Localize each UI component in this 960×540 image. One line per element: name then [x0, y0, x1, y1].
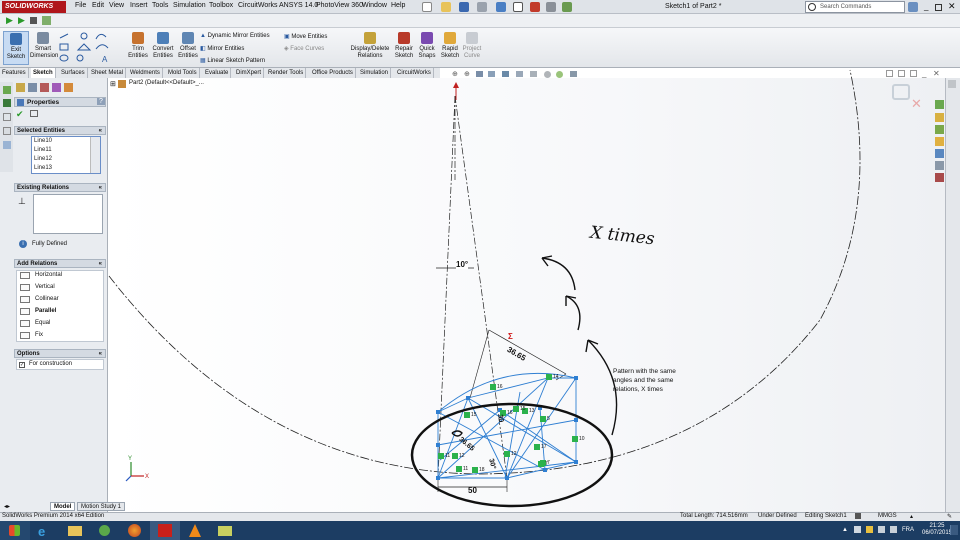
svg-text:Y: Y: [128, 456, 132, 462]
annotation-text: Pattern with the same angles and the sam…: [613, 368, 676, 393]
taskbar-app-3[interactable]: [90, 521, 120, 540]
tab-model[interactable]: Model: [50, 502, 76, 511]
clock-date: 06/07/2015: [922, 530, 953, 536]
status-editing: Editing Sketch1: [805, 513, 847, 519]
angle-dimension-10[interactable]: 10°: [456, 260, 469, 269]
status-help-icon[interactable]: ✎: [947, 513, 952, 520]
appearances-icon[interactable]: [935, 149, 944, 158]
relation-mark[interactable]: 12: [452, 453, 465, 459]
relation-mark-icon: [538, 461, 544, 467]
task-pane: [945, 78, 960, 512]
relation-mark-icon: [456, 466, 462, 472]
taskbar-app-8[interactable]: [210, 521, 240, 540]
relation-mark-icon: [572, 436, 578, 442]
taskbar-vlc[interactable]: [180, 521, 210, 540]
relation-mark-icon: [534, 444, 540, 450]
tray-app-icon[interactable]: [854, 526, 861, 533]
relation-mark[interactable]: 16: [490, 384, 503, 390]
relation-mark[interactable]: 17: [534, 444, 547, 450]
relation-mark-icon: [464, 412, 470, 418]
sketch-canvas: Y X: [108, 69, 861, 508]
internet-explorer-icon: e: [38, 524, 46, 539]
relation-mark-icon: [540, 416, 546, 422]
task-pane-toggle-icon[interactable]: [948, 80, 956, 88]
taskbar-explorer[interactable]: [60, 521, 90, 540]
document-app-icon: [218, 526, 232, 536]
design-library-icon[interactable]: [935, 113, 944, 122]
view-palette-icon[interactable]: [935, 137, 944, 146]
origin-arrow: [453, 82, 459, 88]
relation-mark[interactable]: 15: [464, 412, 477, 418]
volume-icon[interactable]: [890, 526, 897, 533]
start-button[interactable]: [0, 521, 30, 540]
firefox-icon: [128, 524, 141, 537]
windows-logo-icon: [9, 525, 20, 536]
relation-mark[interactable]: 12: [504, 451, 517, 457]
rebuild-status-icon[interactable]: [855, 513, 861, 519]
arrow-1: [541, 257, 576, 291]
network-icon[interactable]: [878, 526, 885, 533]
units-dropdown-icon[interactable]: ▴: [910, 513, 913, 520]
resources-icon[interactable]: [935, 100, 944, 109]
dimension-marker-icon: Σ: [508, 332, 513, 341]
solidworks-icon: [158, 524, 172, 537]
solidworks-forum-icon[interactable]: [935, 173, 944, 182]
relation-mark-icon: [438, 453, 444, 459]
relation-mark[interactable]: 11: [438, 453, 450, 459]
relation-mark[interactable]: 10: [572, 436, 585, 442]
status-total-length: Total Length: 714.516mm: [680, 513, 748, 519]
show-desktop-button[interactable]: [950, 525, 958, 535]
language-indicator[interactable]: FRA: [902, 527, 914, 533]
status-units[interactable]: MMGS: [878, 513, 897, 519]
tray-flag-icon[interactable]: [866, 526, 873, 533]
taskbar-clock[interactable]: 21:25 06/07/2015: [922, 523, 952, 537]
taskbar-ie[interactable]: e: [30, 521, 60, 540]
green-app-icon: [99, 525, 110, 536]
relation-mark[interactable]: 5: [540, 416, 550, 422]
relation-mark-icon: [472, 467, 478, 473]
sketch-pattern-mesh: [437, 372, 577, 479]
file-explorer-folder-icon: [68, 526, 82, 536]
tab-motion-study[interactable]: Motion Study 1: [77, 502, 126, 511]
small-dimension-30[interactable]: 30: [496, 414, 504, 423]
tab-scroll-icon[interactable]: ◂▸: [4, 503, 10, 510]
relation-mark[interactable]: 18: [472, 467, 485, 473]
close-icon[interactable]: ✕: [948, 1, 956, 12]
relation-mark-icon: [504, 451, 510, 457]
relation-mark[interactable]: 11: [456, 466, 468, 472]
tray-expand-icon[interactable]: ▲: [842, 527, 848, 533]
construction-circle: [108, 69, 861, 475]
clock-time: 21:25: [929, 523, 945, 529]
relation-mark-icon: [490, 384, 496, 390]
status-product: SolidWorks Premium 2014 x64 Edition: [2, 513, 105, 519]
taskbar-firefox[interactable]: [120, 521, 150, 540]
relation-mark[interactable]: 14: [546, 374, 559, 380]
scribble-mark: [451, 430, 463, 437]
vlc-icon: [189, 524, 201, 537]
svg-text:X: X: [145, 474, 149, 480]
relation-mark-icon: [452, 453, 458, 459]
custom-properties-icon[interactable]: [935, 161, 944, 170]
relation-mark-icon: [546, 374, 552, 380]
status-definition: Under Defined: [758, 513, 797, 519]
coordinate-triad: Y X: [125, 456, 149, 482]
relation-mark[interactable]: 7: [538, 461, 548, 467]
relation-mark[interactable]: 15: [513, 406, 526, 412]
length-dimension-line: [488, 329, 567, 375]
length-dim-extension-1: [469, 329, 490, 399]
bottom-dimension-50[interactable]: 50: [468, 486, 477, 495]
relation-mark-icon: [513, 406, 519, 412]
file-explorer-icon[interactable]: [935, 125, 944, 134]
arrow-2: [565, 295, 581, 331]
taskbar-solidworks[interactable]: [150, 521, 180, 540]
